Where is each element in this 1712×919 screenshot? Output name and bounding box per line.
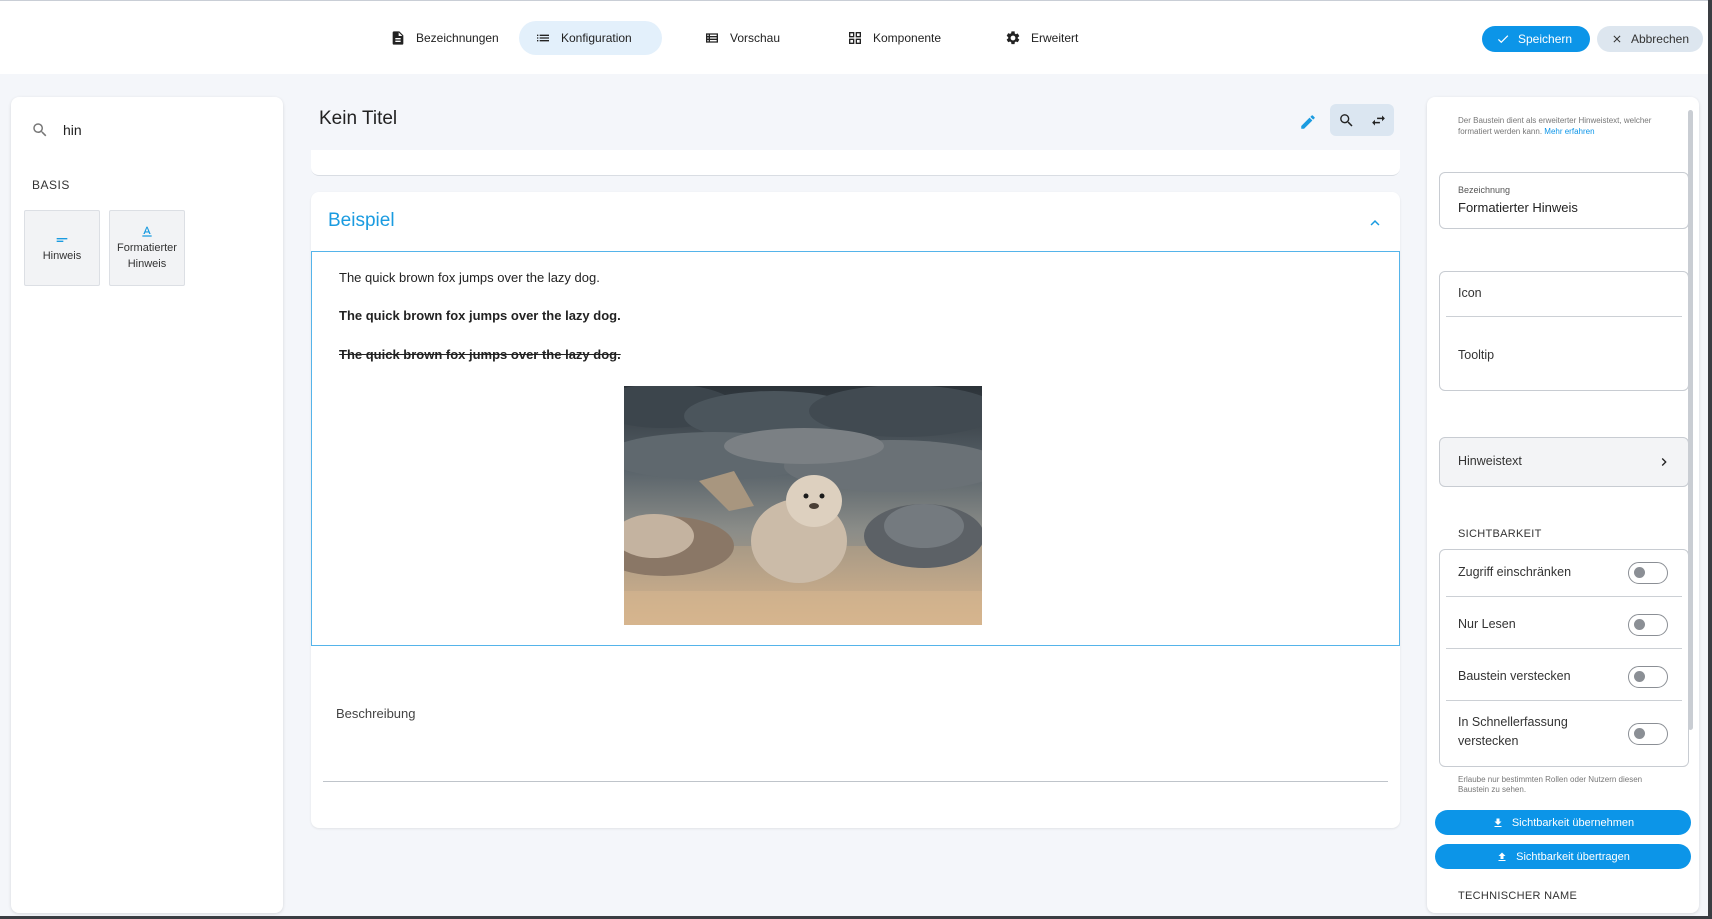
pencil-icon [1301,115,1315,129]
tab-label: Erweitert [1031,31,1079,45]
technical-name-section-label: TECHNISCHER NAME [1458,890,1578,902]
apply-visibility-label: Sichtbarkeit übernehmen [1511,816,1635,829]
toggle-label-read-only: Nur Lesen [1458,617,1516,631]
divider [1446,700,1682,701]
apply-visibility-button[interactable]: Sichtbarkeit übernehmen [1435,810,1691,835]
hinweistext-label: Hinweistext [1458,454,1522,468]
previous-section-card [311,150,1400,176]
transfer-visibility-button[interactable]: Sichtbarkeit übertragen [1435,844,1691,869]
search-view-button[interactable] [1334,108,1358,132]
restrict-access-switch[interactable] [1628,562,1668,584]
block-search[interactable]: hin [31,121,82,139]
seal-photo [624,386,982,625]
tab-komponente[interactable]: Komponente [831,21,957,55]
swap-view-button[interactable] [1366,108,1390,132]
properties-panel: Der Baustein dient als erweiterter Hinwe… [1427,97,1699,913]
block-description: Der Baustein dient als erweiterter Hinwe… [1458,115,1678,137]
bezeichnung-label: Bezeichnung [1458,185,1511,195]
block-library-panel: hin BASIS Hinweis Formatierter Hinweis [11,97,283,913]
search-icon [1339,113,1353,127]
preview-text-normal: The quick brown fox jumps over the lazy … [339,270,600,285]
visibility-help-text: Erlaube nur bestimmten Rollen oder Nutze… [1458,775,1643,794]
text-format-icon [142,226,152,237]
tab-label: Konfiguration [561,31,632,45]
icon-field[interactable]: Icon [1458,286,1482,300]
page-title: Kein Titel [319,108,398,129]
example-section-card: Beispiel The quick brown fox jumps over … [311,192,1400,828]
block-label: Formatierter Hinweis [117,242,177,270]
block-hinweis[interactable]: Hinweis [24,210,100,286]
transfer-visibility-label: Sichtbarkeit übertragen [1516,850,1630,863]
tab-erweitert[interactable]: Erweitert [989,21,1094,55]
tab-label: Komponente [873,31,942,45]
visibility-section-label: SICHTBARKEIT [1458,528,1542,540]
read-only-switch[interactable] [1628,614,1668,636]
section-label-basis: BASIS [32,178,70,192]
window-edge [1708,0,1712,919]
formatted-hint-preview[interactable]: The quick brown fox jumps over the lazy … [311,251,1400,646]
search-icon [33,123,47,137]
preview-text-bold: The quick brown fox jumps over the lazy … [339,308,621,323]
tab-vorschau[interactable]: Vorschau [688,21,796,55]
learn-more-link[interactable]: Mehr erfahren [1544,127,1594,136]
divider [1446,648,1682,649]
search-input[interactable]: hin [63,122,82,138]
top-bar: Bezeichnungen Konfiguration Vorschau Kom… [0,0,1712,74]
bezeichnung-value: Formatierter Hinweis [1458,200,1578,215]
gear-icon [1006,31,1020,45]
icon-tooltip-group: Icon Tooltip [1439,271,1689,391]
divider [1446,596,1682,597]
table-list-icon [706,33,718,43]
cancel-button[interactable]: Abbrechen [1597,26,1703,52]
tab-label: Bezeichnungen [416,31,499,45]
visibility-toggle-group: Zugriff einschränken Nur Lesen Baustein … [1439,549,1689,767]
swap-icon [1371,115,1385,125]
short-text-icon [56,238,68,242]
example-section-title: Beispiel [328,210,395,231]
save-button[interactable]: Speichern [1482,26,1590,52]
tab-konfiguration[interactable]: Konfiguration [519,21,662,55]
scrollbar[interactable] [1688,110,1693,730]
tab-bezeichnungen[interactable]: Bezeichnungen [374,21,515,55]
save-label: Speichern [1518,32,1573,46]
chevron-right-icon [1661,458,1667,466]
toggle-label-restrict-access: Zugriff einschränken [1458,565,1572,579]
edit-title-button[interactable] [1296,110,1320,134]
hide-block-switch[interactable] [1628,666,1668,688]
bezeichnung-field[interactable]: Bezeichnung Formatierter Hinweis [1439,172,1689,229]
preview-text-strikethrough: The quick brown fox jumps over the lazy … [339,347,621,362]
download-icon [1494,818,1502,827]
block-label: Hinweis [42,250,82,262]
document-icon [392,31,404,45]
view-toggle-group [1330,104,1394,136]
toggle-label-hide-quick-entry: In Schnellerfassung verstecken [1458,715,1568,748]
hide-quick-entry-switch[interactable] [1628,723,1668,745]
check-icon [1497,35,1509,44]
tab-label: Vorschau [730,31,781,45]
hinweistext-nav-row[interactable]: Hinweistext [1439,437,1689,487]
cancel-label: Abbrechen [1630,32,1689,46]
description-field-label[interactable]: Beschreibung [336,706,416,721]
tooltip-field[interactable]: Tooltip [1458,348,1494,362]
grid-icon [849,32,861,44]
block-formatierter-hinweis[interactable]: Formatierter Hinweis [109,210,185,286]
upload-icon [1498,852,1506,861]
divider [1446,316,1682,317]
chevron-up-icon[interactable] [1366,214,1384,232]
list-icon [537,34,549,42]
description-field-underline [323,781,1388,782]
toggle-label-hide-block: Baustein verstecken [1458,669,1571,683]
close-icon [1613,35,1621,43]
